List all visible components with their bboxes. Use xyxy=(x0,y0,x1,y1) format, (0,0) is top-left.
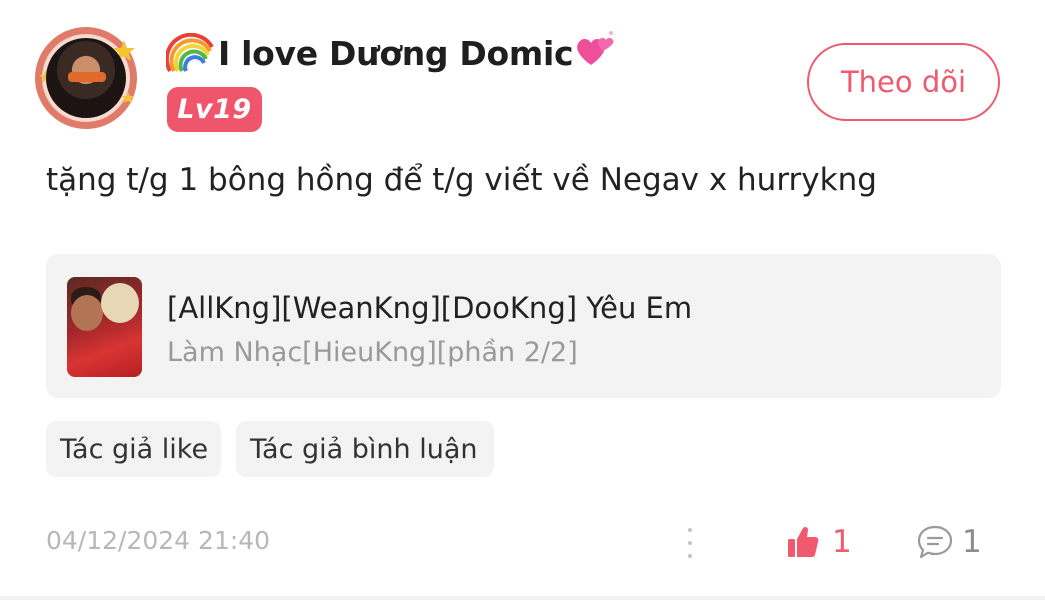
comment-count: 1 xyxy=(962,524,982,560)
sparkling-heart-icon xyxy=(577,31,614,65)
follow-button[interactable]: Theo dõi xyxy=(807,43,1000,121)
thumbnail-figure-left xyxy=(71,295,103,331)
story-subtitle: Làm Nhạc[HieuKng][phần 2/2] xyxy=(167,337,578,368)
level-badge: Lv19 xyxy=(167,87,262,132)
post-text: tặng t/g 1 bông hồng để t/g viết về Nega… xyxy=(46,162,877,198)
post-timestamp: 04/12/2024 21:40 xyxy=(46,526,271,555)
username-text: I love Dương Domic xyxy=(218,33,574,73)
tag-author-like[interactable]: Tác giả like xyxy=(46,421,221,477)
bottom-divider xyxy=(0,596,1045,600)
avatar-glasses xyxy=(68,72,106,82)
dot xyxy=(688,528,692,532)
dot xyxy=(688,554,692,558)
comment-button[interactable]: 1 xyxy=(916,520,982,564)
dot xyxy=(688,541,692,545)
username[interactable]: I love Dương Domic xyxy=(166,30,619,76)
thumbnail-figure-right xyxy=(101,283,139,323)
thumbs-up-icon xyxy=(788,526,819,557)
like-button[interactable]: 1 xyxy=(786,520,852,564)
linked-story-card[interactable]: [AllKng][WeanKng][DooKng] Yêu Em Làm Nhạ… xyxy=(46,254,1001,398)
avatar[interactable] xyxy=(32,24,140,132)
story-thumbnail xyxy=(67,277,142,377)
tag-author-comment[interactable]: Tác giả bình luận xyxy=(236,421,494,477)
comment-icon xyxy=(917,525,953,559)
rainbow-icon xyxy=(166,33,214,72)
like-count: 1 xyxy=(832,524,852,560)
avatar-photo xyxy=(46,38,126,118)
more-vertical-icon[interactable] xyxy=(682,528,698,558)
story-title: [AllKng][WeanKng][DooKng] Yêu Em xyxy=(167,291,693,325)
